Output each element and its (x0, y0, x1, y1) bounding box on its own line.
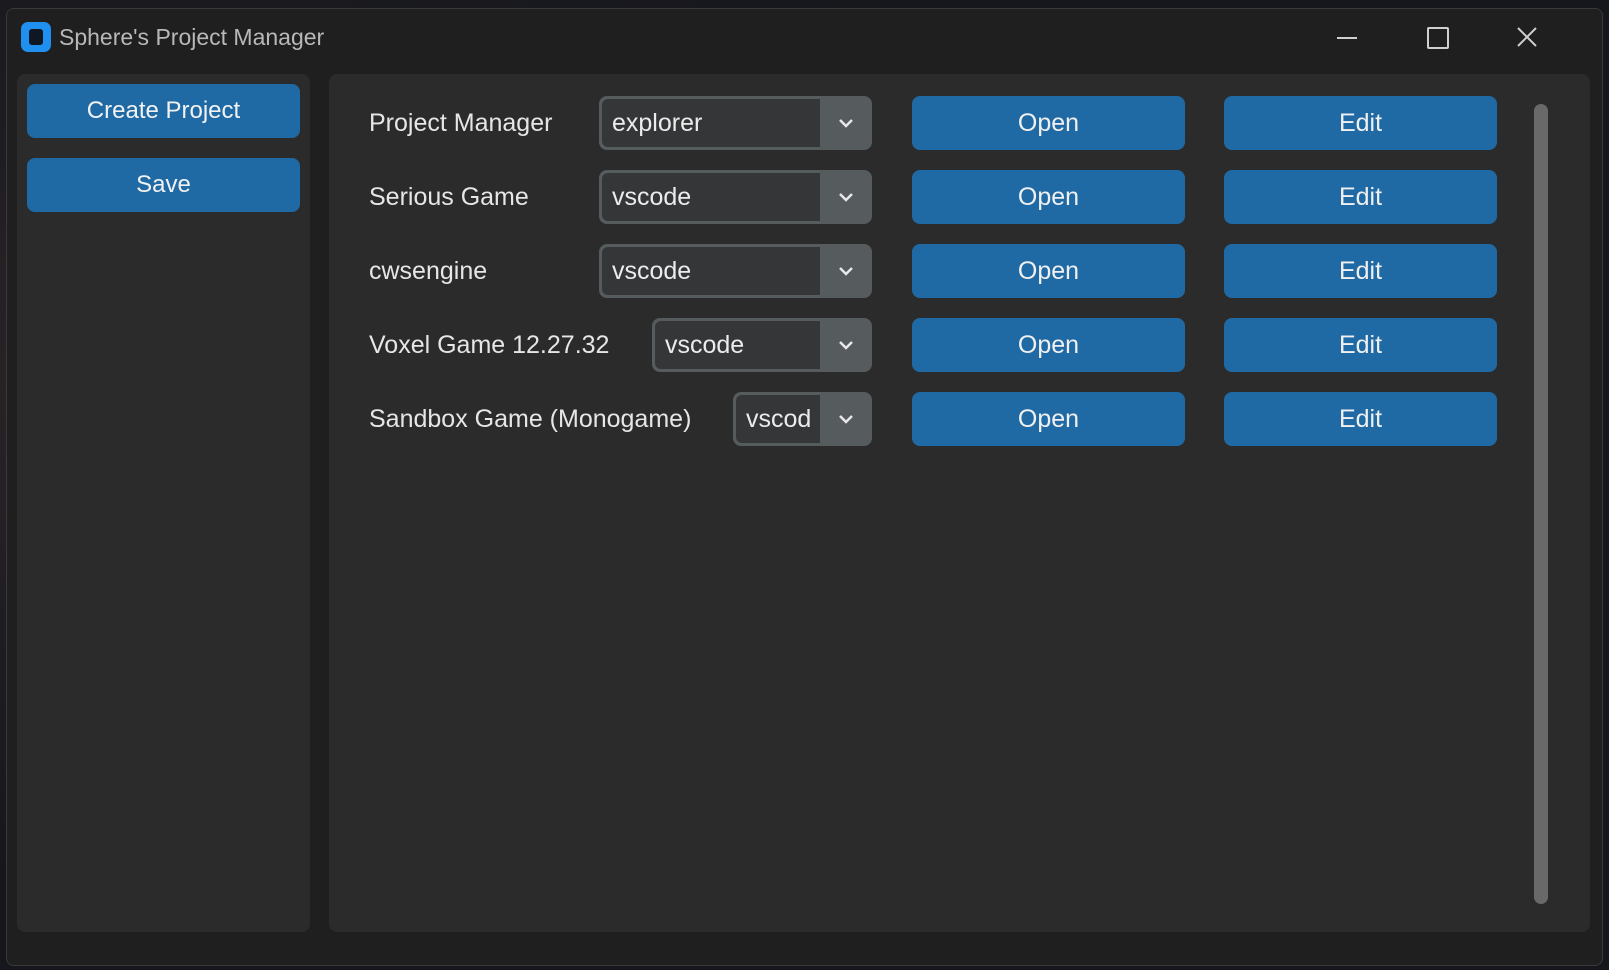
project-row: cwsengine vscode Open Edit (329, 244, 1590, 298)
editor-dropdown[interactable]: explorer (599, 96, 872, 150)
project-name: Serious Game (369, 183, 529, 211)
create-project-button[interactable]: Create Project (27, 84, 300, 138)
project-row: Voxel Game 12.27.32 vscode Open Edit (329, 318, 1590, 372)
open-button[interactable]: Open (912, 244, 1185, 298)
editor-dropdown[interactable]: vscode (599, 244, 872, 298)
open-button[interactable]: Open (912, 170, 1185, 224)
project-name: Voxel Game 12.27.32 (369, 331, 610, 359)
vertical-scrollbar[interactable] (1534, 104, 1548, 904)
editor-dropdown-value: vscode (655, 321, 820, 369)
maximize-icon[interactable] (1391, 9, 1481, 65)
chevron-down-icon[interactable] (820, 318, 872, 372)
editor-dropdown-value: vscode (602, 247, 820, 295)
app-icon (21, 22, 51, 52)
title-bar[interactable]: Sphere's Project Manager (7, 9, 1602, 65)
chevron-down-icon[interactable] (820, 392, 872, 446)
project-row: Project Manager explorer Open Edit (329, 96, 1590, 150)
project-row: Sandbox Game (Monogame) vscod Open Edit (329, 392, 1590, 446)
edit-button[interactable]: Edit (1224, 244, 1497, 298)
edit-button[interactable]: Edit (1224, 392, 1497, 446)
edit-button[interactable]: Edit (1224, 318, 1497, 372)
editor-dropdown[interactable]: vscode (652, 318, 872, 372)
chevron-down-icon[interactable] (820, 244, 872, 298)
chevron-down-icon[interactable] (820, 170, 872, 224)
chevron-down-icon[interactable] (820, 96, 872, 150)
project-name: Sandbox Game (Monogame) (369, 405, 692, 433)
editor-dropdown-value: vscod (736, 395, 820, 443)
sidebar: Create Project Save (17, 74, 310, 932)
close-icon[interactable] (1481, 9, 1571, 65)
app-window: Sphere's Project Manager Create Project … (6, 8, 1603, 966)
edit-button[interactable]: Edit (1224, 170, 1497, 224)
open-button[interactable]: Open (912, 392, 1185, 446)
edit-button[interactable]: Edit (1224, 96, 1497, 150)
editor-dropdown[interactable]: vscod (733, 392, 872, 446)
project-name: cwsengine (369, 257, 488, 285)
minimize-icon[interactable] (1301, 9, 1391, 65)
window-title: Sphere's Project Manager (59, 24, 325, 50)
open-button[interactable]: Open (912, 318, 1185, 372)
save-button[interactable]: Save (27, 158, 300, 212)
project-name: Project Manager (369, 109, 553, 137)
editor-dropdown-value: explorer (602, 99, 820, 147)
editor-dropdown-value: vscode (602, 173, 820, 221)
editor-dropdown[interactable]: vscode (599, 170, 872, 224)
open-button[interactable]: Open (912, 96, 1185, 150)
project-list-panel: Project Manager explorer Open Edit Serio… (329, 74, 1590, 932)
project-row: Serious Game vscode Open Edit (329, 170, 1590, 224)
